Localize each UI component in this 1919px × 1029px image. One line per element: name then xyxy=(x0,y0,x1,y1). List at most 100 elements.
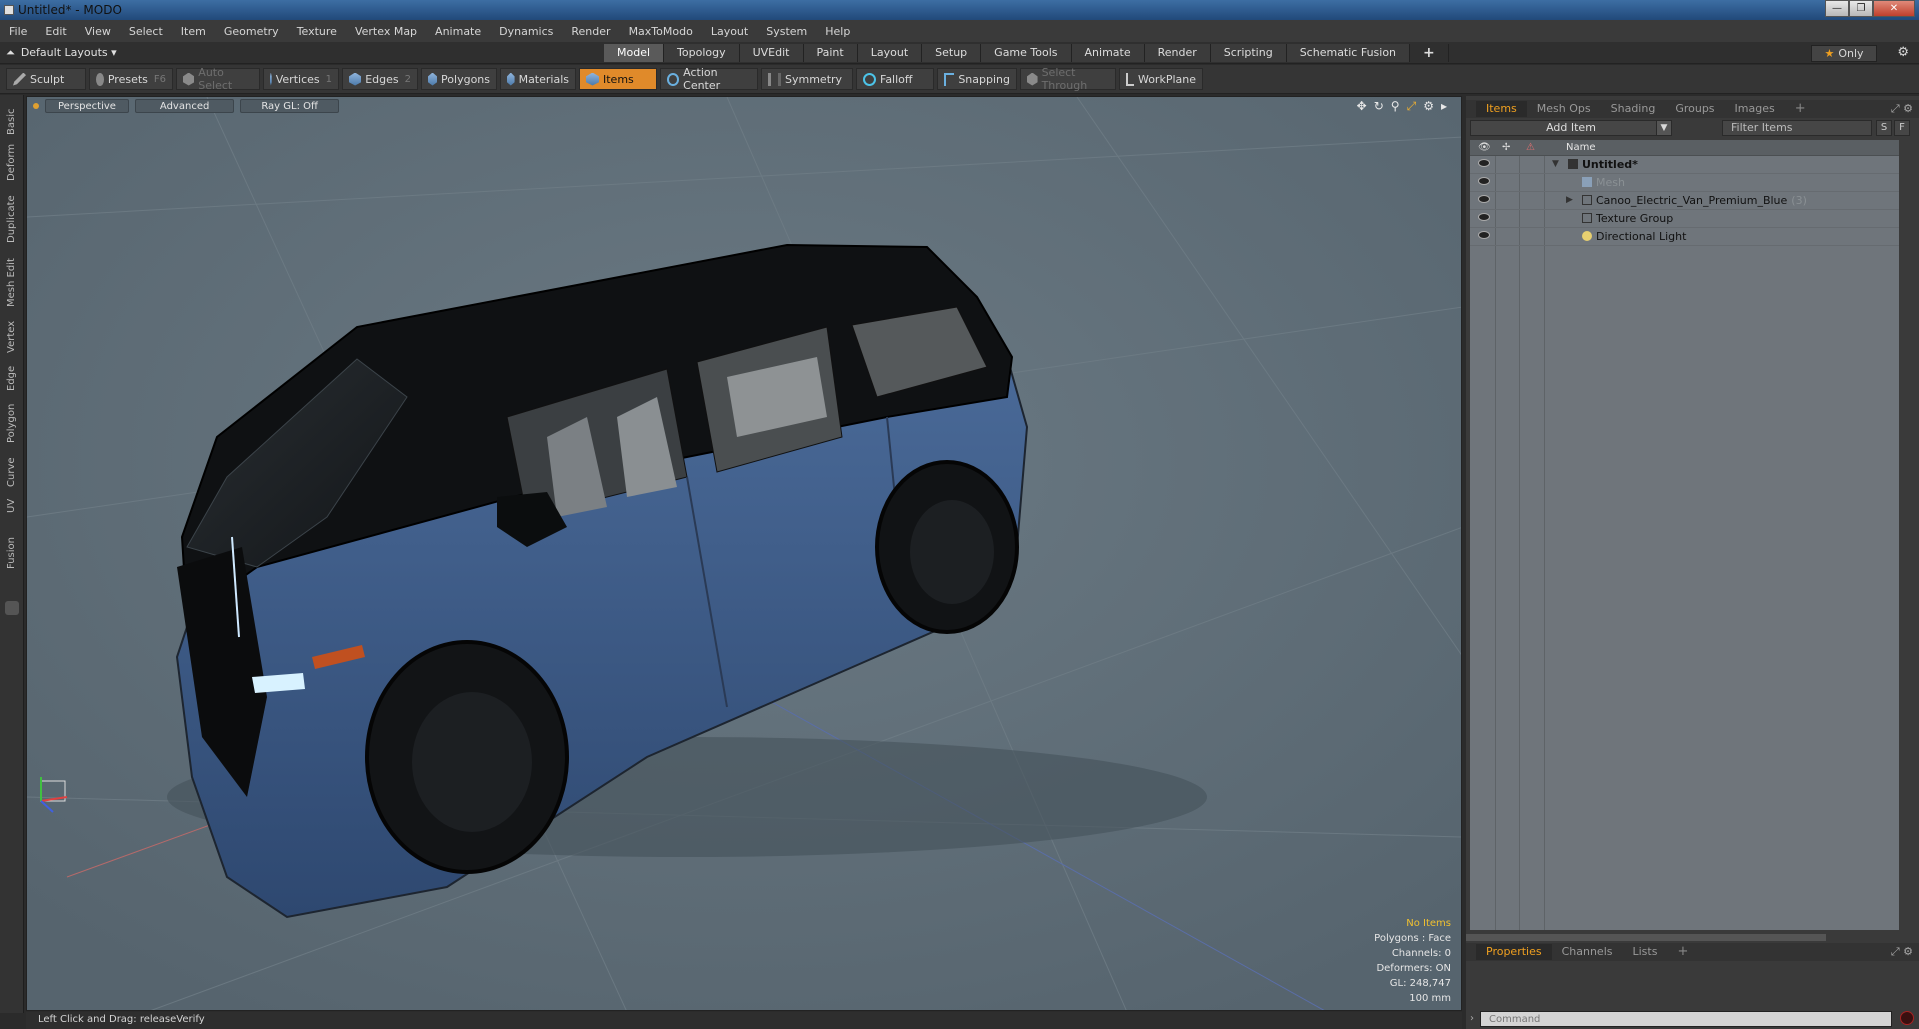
visibility-eye-icon[interactable] xyxy=(1478,159,1490,167)
visibility-eye-icon[interactable] xyxy=(1478,195,1490,203)
tab-paint[interactable]: Paint xyxy=(803,44,858,62)
maximize-button[interactable]: ❐ xyxy=(1849,0,1873,17)
menu-animate[interactable]: Animate xyxy=(426,25,490,38)
layout-tabs: Model Topology UVEdit Paint Layout Setup… xyxy=(604,44,1449,62)
menu-edit[interactable]: Edit xyxy=(36,25,75,38)
menu-geometry[interactable]: Geometry xyxy=(215,25,288,38)
tab-properties[interactable]: Properties xyxy=(1476,944,1552,960)
item-list-h-scrollbar[interactable] xyxy=(1466,934,1826,941)
menu-texture[interactable]: Texture xyxy=(288,25,346,38)
menu-file[interactable]: File xyxy=(0,25,36,38)
crosshair-icon xyxy=(667,72,680,86)
panel-options-icon[interactable]: ⤢ ⚙ xyxy=(1891,102,1913,116)
f-filter-button[interactable]: F xyxy=(1894,120,1910,136)
command-prompt-icon: › xyxy=(1470,1013,1474,1024)
menu-select[interactable]: Select xyxy=(120,25,172,38)
tab-render[interactable]: Render xyxy=(1144,44,1211,62)
command-input[interactable]: Command xyxy=(1480,1011,1892,1027)
close-button[interactable]: ✕ xyxy=(1873,0,1915,17)
tab-images[interactable]: Images xyxy=(1725,101,1785,117)
tab-scripting[interactable]: Scripting xyxy=(1210,44,1287,62)
list-item-scene[interactable]: ▼ Untitled* xyxy=(1470,156,1899,174)
visibility-eye-icon[interactable] xyxy=(1478,231,1490,239)
viewport-gear-icon[interactable]: ⚙ xyxy=(1423,99,1434,114)
tab-game-tools[interactable]: Game Tools xyxy=(981,44,1072,62)
menu-render[interactable]: Render xyxy=(562,25,619,38)
snapping-button[interactable]: Snapping xyxy=(937,68,1017,90)
items-button[interactable]: Items xyxy=(579,68,657,90)
materials-button[interactable]: Materials xyxy=(500,68,576,90)
presets-button[interactable]: Presets F6 xyxy=(89,68,173,90)
expand-triangle-icon[interactable]: ▶ xyxy=(1566,195,1573,205)
right-panel: Items Mesh Ops Shading Groups Images + ⤢… xyxy=(1466,96,1919,1029)
props-options-icon[interactable]: ⤢ ⚙ xyxy=(1891,945,1913,959)
zoom-icon[interactable]: ⚲ xyxy=(1391,99,1400,114)
3d-viewport[interactable]: Perspective Advanced Ray GL: Off ✥ ↻ ⚲ ⤢… xyxy=(26,96,1462,1011)
presets-icon xyxy=(96,72,104,86)
tab-schematic-fusion[interactable]: Schematic Fusion xyxy=(1286,44,1411,62)
sculpt-button[interactable]: Sculpt xyxy=(6,68,86,90)
menu-help[interactable]: Help xyxy=(816,25,859,38)
pan-icon[interactable]: ✥ xyxy=(1357,99,1367,114)
list-item-van-group[interactable]: ▶ Canoo_Electric_Van_Premium_Blue (3) xyxy=(1470,192,1899,210)
view-mode-dropdown[interactable]: Perspective xyxy=(45,99,129,113)
tab-groups[interactable]: Groups xyxy=(1665,101,1724,117)
sculpt-label: Sculpt xyxy=(30,72,65,86)
minimize-button[interactable]: — xyxy=(1825,0,1849,17)
tab-layout[interactable]: Layout xyxy=(857,44,923,62)
menu-dynamics[interactable]: Dynamics xyxy=(490,25,562,38)
visibility-eye-icon[interactable] xyxy=(1478,213,1490,221)
add-tab-button[interactable]: + xyxy=(1410,44,1449,62)
add-panel-tab-button[interactable]: + xyxy=(1785,101,1816,117)
tab-mesh-ops[interactable]: Mesh Ops xyxy=(1527,101,1601,117)
auto-select-button[interactable]: Auto Select xyxy=(176,66,260,92)
tab-animate[interactable]: Animate xyxy=(1071,44,1145,62)
tab-model[interactable]: Model xyxy=(604,44,665,62)
tab-uvedit[interactable]: UVEdit xyxy=(739,44,804,62)
list-item-texture-group[interactable]: Texture Group xyxy=(1470,210,1899,228)
raygl-dropdown[interactable]: Ray GL: Off xyxy=(240,99,339,113)
viewport-options-icon[interactable] xyxy=(33,103,39,109)
advanced-dropdown[interactable]: Advanced xyxy=(134,99,235,113)
vertices-button[interactable]: Vertices 1 xyxy=(263,68,339,90)
menu-item[interactable]: Item xyxy=(172,25,215,38)
polygons-button[interactable]: Polygons xyxy=(421,68,497,90)
select-through-button[interactable]: Select Through xyxy=(1020,66,1116,92)
menu-system[interactable]: System xyxy=(757,25,816,38)
visibility-eye-icon[interactable] xyxy=(1478,177,1490,185)
menu-view[interactable]: View xyxy=(76,25,120,38)
add-item-dropdown-arrow[interactable]: ▼ xyxy=(1656,120,1672,136)
list-item-mesh[interactable]: Mesh xyxy=(1470,174,1899,192)
action-center-button[interactable]: Action Center xyxy=(660,66,758,92)
workplane-button[interactable]: WorkPlane xyxy=(1119,68,1203,90)
item-list-scrollbar[interactable] xyxy=(1903,156,1913,926)
expand-triangle-icon[interactable]: ▼ xyxy=(1552,159,1559,169)
menu-layout[interactable]: Layout xyxy=(702,25,757,38)
expand-arrow-icon[interactable]: ▸ xyxy=(1441,99,1447,114)
tab-channels[interactable]: Channels xyxy=(1552,944,1623,960)
only-button[interactable]: ★ Only xyxy=(1811,45,1877,62)
tab-lists[interactable]: Lists xyxy=(1623,944,1668,960)
tab-setup[interactable]: Setup xyxy=(922,44,982,62)
s-filter-button[interactable]: S xyxy=(1876,120,1892,136)
symmetry-button[interactable]: Symmetry xyxy=(761,68,853,90)
falloff-button[interactable]: Falloff xyxy=(856,68,934,90)
command-history-icon[interactable] xyxy=(1900,1011,1914,1025)
item-label: Directional Light xyxy=(1596,230,1687,243)
tab-shading[interactable]: Shading xyxy=(1601,101,1666,117)
tab-items[interactable]: Items xyxy=(1476,101,1527,117)
filter-items-input[interactable]: Filter Items xyxy=(1722,120,1872,136)
edges-button[interactable]: Edges 2 xyxy=(342,68,418,90)
layouts-dropdown[interactable]: ⏶ Default Layouts ▾ xyxy=(6,46,117,60)
gear-icon[interactable]: ⚙ xyxy=(1897,45,1909,60)
add-props-tab-button[interactable]: + xyxy=(1667,944,1698,960)
menu-vertex-map[interactable]: Vertex Map xyxy=(346,25,426,38)
fit-icon[interactable]: ⤢ xyxy=(1407,99,1417,114)
add-item-button[interactable]: Add Item xyxy=(1470,120,1672,136)
tab-topology[interactable]: Topology xyxy=(664,44,740,62)
rotate-icon[interactable]: ↻ xyxy=(1374,99,1384,114)
menu-maxtomodo[interactable]: MaxToModo xyxy=(620,25,702,38)
stats-deformers: Deformers: ON xyxy=(1376,963,1451,974)
palette-toggle[interactable] xyxy=(5,601,19,615)
list-item-directional-light[interactable]: Directional Light xyxy=(1470,228,1899,246)
